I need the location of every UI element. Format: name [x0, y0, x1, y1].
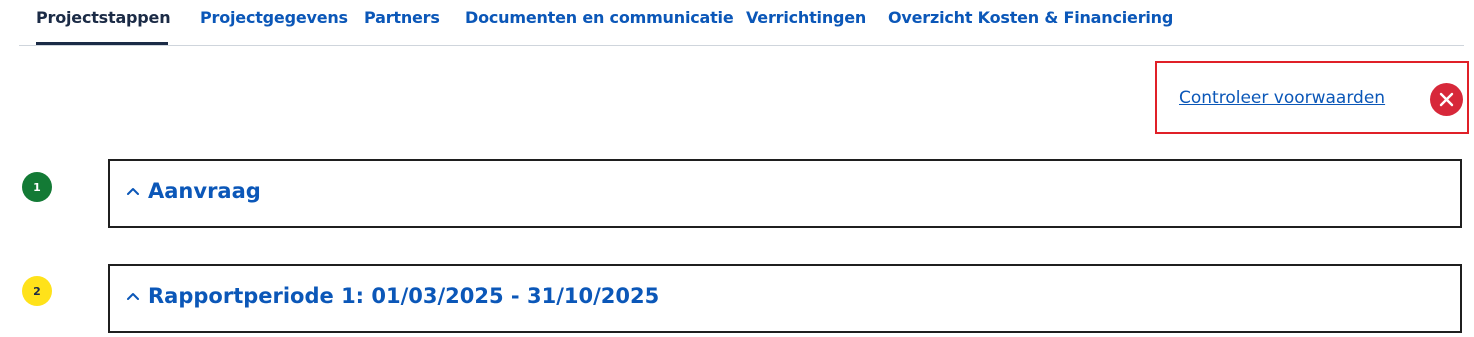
check-conditions-panel: Controleer voorwaarden	[1155, 61, 1469, 134]
step-badge-2: 2	[22, 276, 52, 306]
page: Projectstappen Projectgegevens Partners …	[0, 0, 1474, 337]
step-panel-aanvraag[interactable]: Aanvraag	[108, 159, 1462, 228]
tab-documenten-en-communicatie[interactable]: Documenten en communicatie	[465, 8, 734, 27]
step-title: Aanvraag	[148, 179, 261, 203]
tab-projectstappen[interactable]: Projectstappen	[36, 8, 171, 27]
tab-overzicht-kosten-financiering[interactable]: Overzicht Kosten & Financiering	[888, 8, 1173, 27]
step-title: Rapportperiode 1: 01/03/2025 - 31/10/202…	[148, 284, 660, 308]
check-conditions-link[interactable]: Controleer voorwaarden	[1179, 88, 1385, 108]
tab-verrichtingen[interactable]: Verrichtingen	[746, 8, 866, 27]
chevron-up-icon	[127, 188, 139, 195]
step-title-row: Aanvraag	[126, 179, 261, 203]
tab-partners[interactable]: Partners	[364, 8, 440, 27]
step-title-row: Rapportperiode 1: 01/03/2025 - 31/10/202…	[126, 284, 659, 308]
close-circle-icon[interactable]	[1430, 83, 1463, 116]
tab-projectgegevens[interactable]: Projectgegevens	[200, 8, 348, 27]
chevron-up-icon	[127, 293, 139, 300]
step-badge-1: 1	[22, 172, 52, 202]
active-tab-indicator	[36, 42, 168, 45]
step-panel-rapportperiode-1[interactable]: Rapportperiode 1: 01/03/2025 - 31/10/202…	[108, 264, 1462, 333]
tab-bar: Projectstappen Projectgegevens Partners …	[19, 0, 1464, 46]
